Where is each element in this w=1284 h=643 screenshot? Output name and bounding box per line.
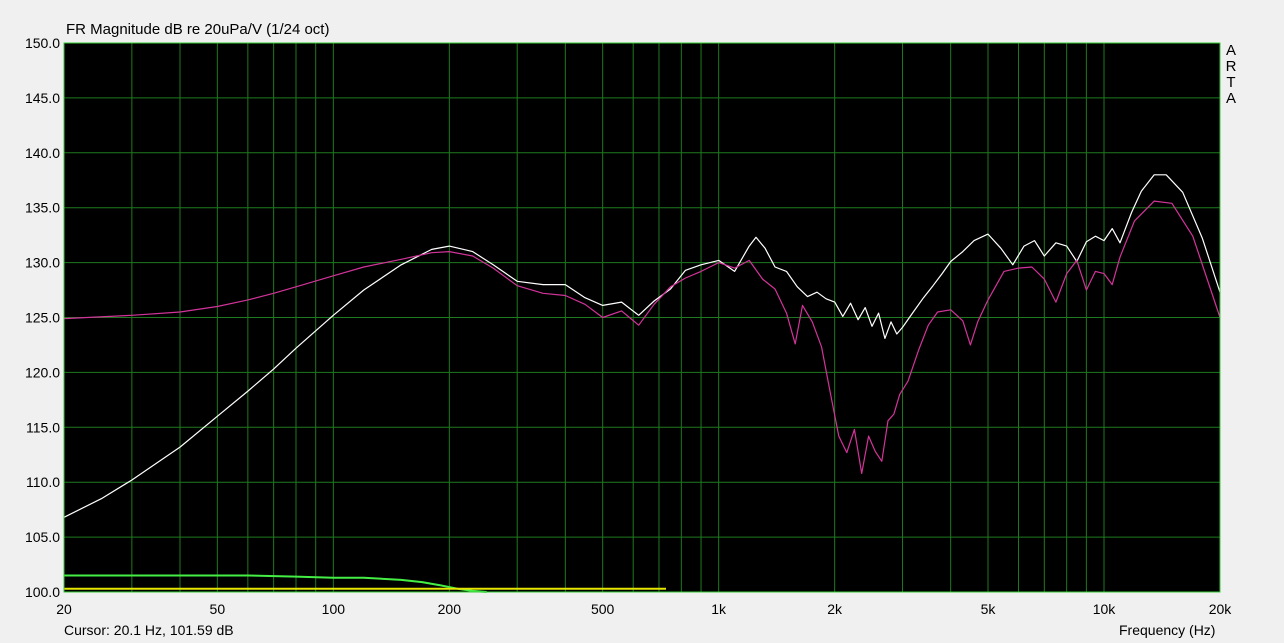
watermark-letter: T [1226,74,1236,91]
x-tick-label: 50 [210,601,226,617]
x-tick-label: 2k [827,601,843,617]
x-tick-label: 200 [438,601,462,617]
watermark-letter: A [1225,90,1236,107]
y-tick-label: 125.0 [25,310,60,326]
x-tick-label: 100 [322,601,346,617]
arta-watermark: ARTA [1225,43,1237,107]
y-tick-label: 120.0 [25,364,60,380]
y-tick-label: 100.0 [25,584,60,600]
x-tick-label: 5k [981,601,997,617]
y-tick-label: 115.0 [26,419,60,435]
x-tick-label: 20k [1209,601,1233,617]
y-tick-label: 110.0 [26,474,60,490]
x-tick-label: 20 [56,601,72,617]
x-tick-label: 1k [711,601,727,617]
y-tick-label: 130.0 [25,255,60,271]
frequency-response-chart[interactable]: 100.0 105.0 110.0 115.0 120.0 125.0 130.0 135.0… [0,0,1284,643]
x-tick-label: 500 [591,601,615,617]
y-tick-label: 150.0 [25,35,60,51]
watermark-letter: A [1225,42,1236,59]
x-tick-label: 10k [1093,601,1117,617]
y-tick-label: 105.0 [25,529,60,545]
y-tick-label: 145.0 [25,90,60,106]
cursor-readout: Cursor: 20.1 Hz, 101.59 dB [64,622,234,638]
x-axis-ticks: 20 50 100 200 500 1k 2k 5k 10k 20k [56,601,1232,617]
y-tick-label: 135.0 [25,200,60,216]
y-axis-ticks: 100.0 105.0 110.0 115.0 120.0 125.0 130.0 135.0… [25,35,60,600]
watermark-letter: R [1225,58,1237,75]
y-tick-label: 140.0 [25,145,60,161]
x-axis-title: Frequency (Hz) [1119,622,1216,638]
